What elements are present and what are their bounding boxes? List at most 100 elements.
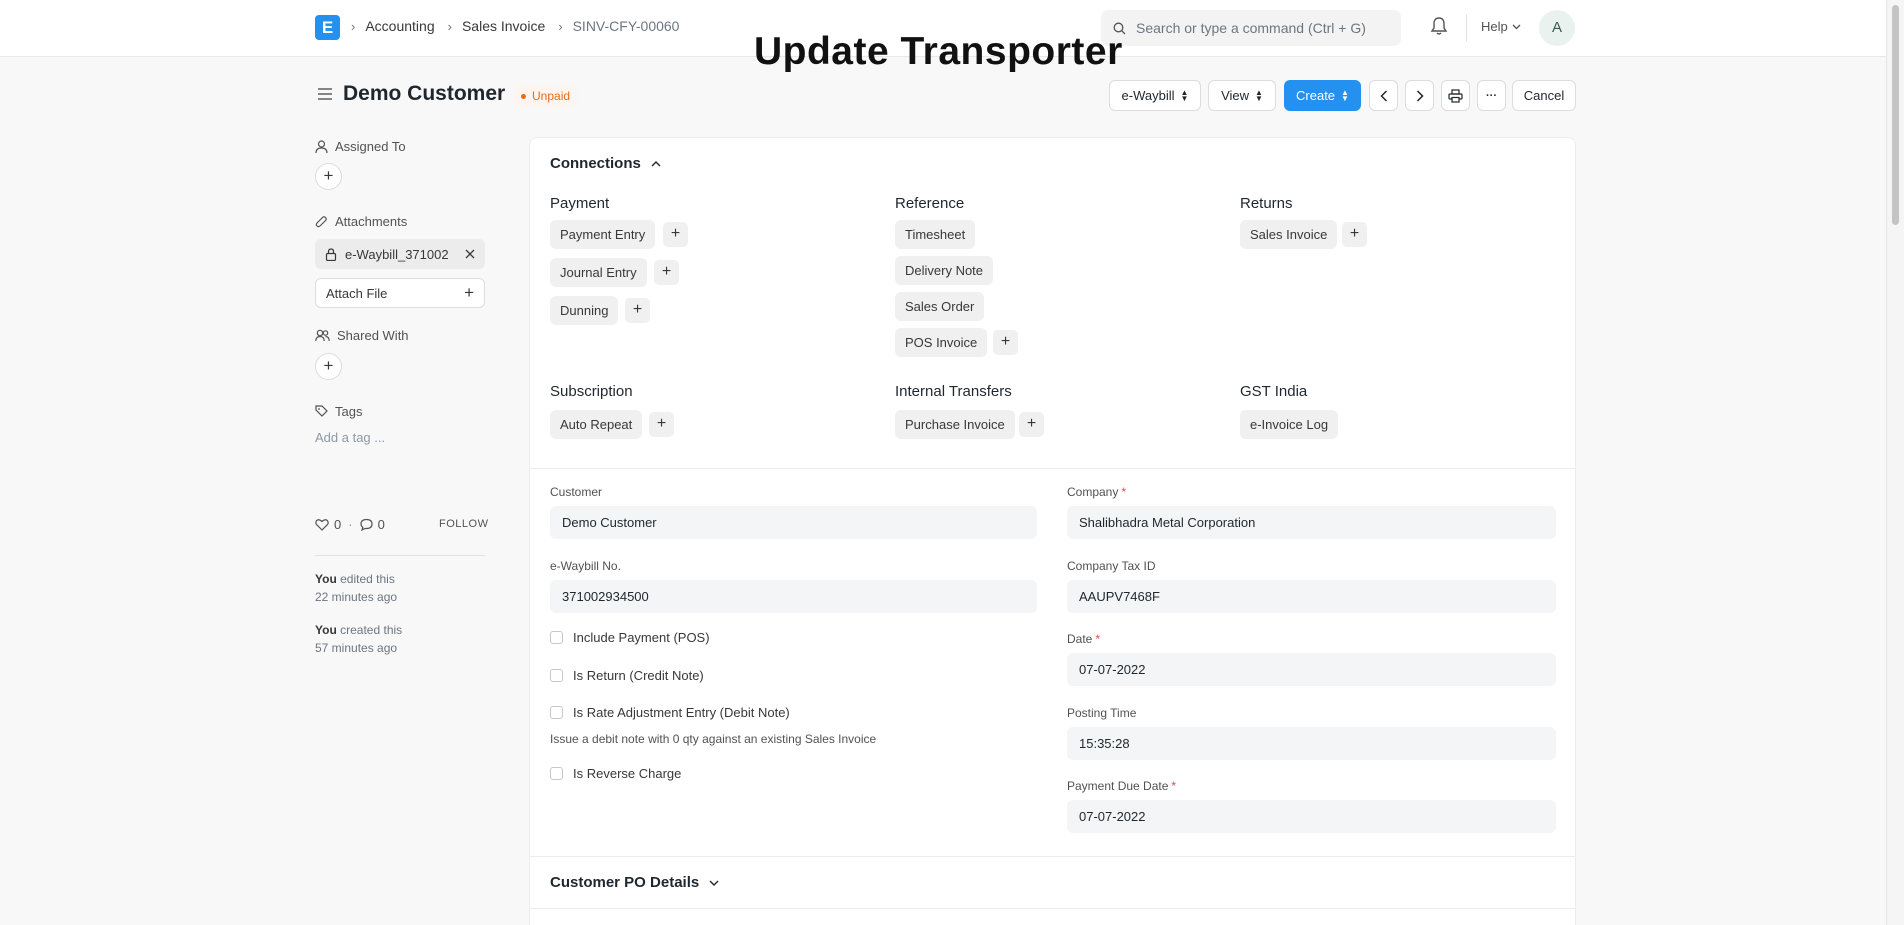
connection-sales-invoice[interactable]: Sales Invoice: [1240, 220, 1338, 249]
connection-payment-entry[interactable]: Payment Entry: [550, 220, 656, 249]
posting-time-label: Posting Time: [1067, 706, 1137, 720]
is-return-checkbox[interactable]: Is Return (Credit Note): [550, 668, 704, 683]
status-label: Unpaid: [532, 89, 571, 103]
company-tax-id-field[interactable]: AAUPV7468F: [1067, 580, 1556, 613]
previous-button[interactable]: [1369, 80, 1398, 111]
attach-file-button[interactable]: Attach File +: [315, 278, 485, 308]
attach-file-label: Attach File: [326, 285, 388, 301]
heart-icon[interactable]: [315, 518, 329, 531]
company-tax-id-label: Company Tax ID: [1067, 559, 1156, 573]
group-reference-title: Reference: [895, 195, 965, 212]
next-button[interactable]: [1405, 80, 1434, 111]
is-rate-adjustment-checkbox[interactable]: Is Rate Adjustment Entry (Debit Note): [550, 705, 790, 720]
more-actions-button[interactable]: ···: [1477, 80, 1506, 111]
customer-po-section-toggle[interactable]: Customer PO Details: [550, 874, 719, 891]
is-reverse-charge-checkbox[interactable]: Is Reverse Charge: [550, 766, 681, 781]
connection-journal-entry[interactable]: Journal Entry: [550, 258, 647, 287]
payment-due-date-field[interactable]: 07-07-2022: [1067, 800, 1556, 833]
create-button[interactable]: Create ▲ ▼: [1284, 80, 1361, 111]
date-field[interactable]: 07-07-2022: [1067, 653, 1556, 686]
add-payment-entry-button[interactable]: +: [663, 222, 688, 247]
connection-auto-repeat[interactable]: Auto Repeat: [550, 410, 643, 439]
ewaybill-button[interactable]: e-Waybill ▲ ▼: [1109, 80, 1201, 111]
add-auto-repeat-button[interactable]: +: [649, 412, 674, 437]
cancel-button[interactable]: Cancel: [1512, 80, 1576, 111]
checkbox-box[interactable]: [550, 706, 563, 719]
user-icon: [315, 139, 328, 153]
connection-pos-invoice[interactable]: POS Invoice: [895, 328, 988, 357]
search-input[interactable]: Search or type a command (Ctrl + G): [1101, 10, 1401, 46]
page-scrollbar[interactable]: [1886, 0, 1904, 925]
connection-dunning[interactable]: Dunning: [550, 296, 619, 325]
group-returns-title: Returns: [1240, 195, 1293, 212]
connection-delivery-note[interactable]: Delivery Note: [895, 256, 994, 285]
help-dropdown[interactable]: Help: [1481, 19, 1521, 34]
chevron-down-icon: [1512, 24, 1521, 29]
lock-icon: [325, 247, 337, 261]
customer-field[interactable]: Demo Customer: [550, 506, 1037, 539]
breadcrumb-accounting[interactable]: Accounting: [365, 18, 434, 34]
date-label: Date *: [1067, 632, 1101, 646]
status-badge: Unpaid: [513, 85, 579, 107]
group-gst-india-title: GST India: [1240, 383, 1308, 400]
view-button[interactable]: View ▲ ▼: [1208, 80, 1276, 111]
group-payment-title: Payment: [550, 195, 610, 212]
updown-icon: ▲ ▼: [1180, 87, 1189, 103]
follow-button[interactable]: FOLLOW: [439, 518, 488, 530]
avatar[interactable]: A: [1539, 10, 1575, 46]
connections-section-toggle[interactable]: Connections: [550, 155, 661, 172]
section-divider: [530, 908, 1575, 909]
chevron-right-icon: ›: [447, 18, 452, 34]
separator-dot: ·: [348, 517, 353, 532]
chevron-left-icon: [1379, 89, 1387, 102]
add-journal-entry-button[interactable]: +: [654, 260, 679, 285]
connection-sales-order[interactable]: Sales Order: [895, 292, 985, 321]
plus-icon: +: [464, 283, 474, 302]
notification-bell-icon[interactable]: [1430, 16, 1448, 39]
chevron-right-icon: [1416, 89, 1424, 102]
app-logo[interactable]: E: [315, 15, 340, 40]
ewaybill-no-label: e-Waybill No.: [550, 559, 621, 573]
activity-edited: You edited this 22 minutes ago: [315, 572, 398, 604]
attachment-item[interactable]: e-Waybill_371002: [315, 239, 485, 269]
tag-icon: [315, 405, 328, 417]
breadcrumb-document[interactable]: SINV-CFY-00060: [573, 18, 680, 34]
add-pos-invoice-button[interactable]: +: [993, 330, 1018, 355]
add-share-button[interactable]: +: [315, 353, 342, 380]
add-tag-link[interactable]: Add a tag ...: [315, 430, 385, 445]
checkbox-box[interactable]: [550, 631, 563, 644]
breadcrumb-sales-invoice[interactable]: Sales Invoice: [462, 18, 545, 34]
print-button[interactable]: [1441, 80, 1470, 111]
overlay-title: Update Transporter: [754, 30, 1123, 73]
group-subscription-title: Subscription: [550, 383, 633, 400]
posting-time-field[interactable]: 15:35:28: [1067, 727, 1556, 760]
search-placeholder: Search or type a command (Ctrl + G): [1136, 20, 1366, 36]
navbar-divider: [1466, 14, 1467, 42]
add-dunning-button[interactable]: +: [625, 298, 650, 323]
assigned-to-label: Assigned To: [315, 139, 406, 154]
ewaybill-no-field[interactable]: 371002934500: [550, 580, 1037, 613]
printer-icon: [1448, 88, 1463, 103]
chevron-down-icon: [709, 880, 719, 886]
menu-toggle-icon[interactable]: [317, 87, 333, 104]
scrollbar-thumb[interactable]: [1892, 5, 1899, 225]
chevron-right-icon: ›: [558, 18, 563, 34]
view-label: View: [1221, 88, 1250, 103]
company-field[interactable]: Shalibhadra Metal Corporation: [1067, 506, 1556, 539]
close-icon[interactable]: [465, 249, 475, 259]
add-sales-invoice-button[interactable]: +: [1342, 222, 1367, 247]
add-assignee-button[interactable]: +: [315, 163, 342, 190]
checkbox-box[interactable]: [550, 767, 563, 780]
connection-timesheet[interactable]: Timesheet: [895, 220, 976, 249]
company-label: Company *: [1067, 485, 1127, 499]
connection-einvoice-log[interactable]: e-Invoice Log: [1240, 410, 1339, 439]
checkbox-box[interactable]: [550, 669, 563, 682]
updown-icon: ▲ ▼: [1341, 87, 1349, 103]
add-purchase-invoice-button[interactable]: +: [1019, 412, 1044, 437]
include-payment-checkbox[interactable]: Include Payment (POS): [550, 630, 710, 645]
shared-with-label: Shared With: [315, 328, 409, 343]
comment-icon[interactable]: [359, 518, 373, 531]
section-divider: [530, 468, 1575, 469]
attachment-name[interactable]: e-Waybill_371002: [345, 247, 457, 262]
connection-purchase-invoice[interactable]: Purchase Invoice: [895, 410, 1015, 439]
